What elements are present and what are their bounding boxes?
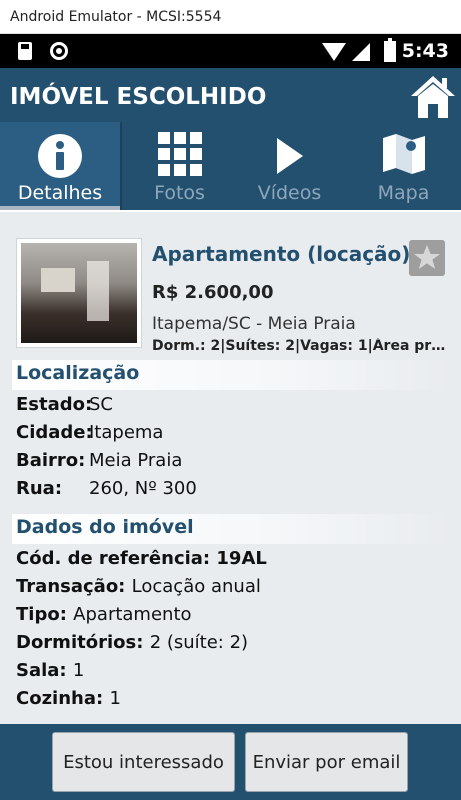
property-card[interactable]: Apartamento (locação) R$ 2.600,00 Itapem… [12, 226, 448, 356]
home-icon[interactable] [409, 74, 457, 120]
row-value: SC [89, 394, 113, 415]
tab-label: Vídeos [257, 182, 322, 204]
send-email-button[interactable]: Enviar por email [245, 732, 408, 792]
section-dados-imovel: Dados do imóvel [12, 514, 448, 544]
map-icon [382, 134, 425, 174]
row-value: 1 [72, 660, 85, 681]
sd-card-icon [18, 42, 32, 60]
record-icon [50, 42, 68, 60]
page-title: IMÓVEL ESCOLHIDO [10, 84, 267, 110]
row-label: Tipo: [16, 604, 74, 625]
data-row-tipo: Tipo: Apartamento [16, 604, 192, 625]
row-value: Meia Praia [89, 450, 183, 471]
tab-label: Fotos [154, 182, 205, 204]
bottom-action-bar: Estou interessado Enviar por email [0, 724, 461, 800]
data-row-cozinha: Cozinha: 1 [16, 688, 121, 709]
tab-label: Detalhes [17, 182, 103, 204]
tab-label: Mapa [377, 182, 430, 204]
row-label: Cidade: [16, 422, 93, 443]
row-value: 260, Nº 300 [89, 478, 197, 499]
row-label: Cód. de referência: [16, 548, 217, 569]
battery-icon [384, 38, 396, 62]
location-row-estado: Estado: SC [16, 394, 113, 415]
row-value: Locação anual [131, 576, 261, 597]
row-label: Cozinha: [16, 688, 110, 709]
row-value: 1 [109, 688, 121, 709]
row-label: Bairro: [16, 450, 86, 471]
row-label: Estado: [16, 394, 93, 415]
status-time: 5:43 [401, 40, 449, 62]
row-label: Rua: [16, 478, 63, 499]
tab-fotos[interactable]: Fotos [122, 122, 237, 210]
row-label: Dormitórios: [16, 632, 150, 653]
data-row-sala: Sala: 1 [16, 660, 84, 681]
tab-active-indicator [0, 206, 120, 210]
info-icon [38, 134, 82, 178]
property-specs: Dorm.: 2|Suítes: 2|Vagas: 1|Área privati… [152, 338, 448, 354]
row-value: 19AL [216, 548, 267, 569]
window-title: Android Emulator - MCSI:5554 [0, 0, 461, 34]
location-row-bairro: Bairro: Meia Praia [16, 450, 182, 471]
row-label: Transação: [16, 576, 132, 597]
property-thumbnail[interactable] [16, 238, 142, 348]
interested-button[interactable]: Estou interessado [52, 732, 235, 792]
property-title: Apartamento (locação) [152, 242, 411, 266]
favorite-star-icon[interactable] [409, 240, 445, 276]
property-location: Itapema/SC - Meia Praia [152, 314, 356, 334]
tab-bar: Detalhes Fotos Vídeos Mapa [0, 122, 461, 210]
wifi-icon [322, 43, 346, 61]
row-value: Apartamento [73, 604, 192, 625]
data-row-dormitorios: Dormitórios: 2 (suíte: 2) [16, 632, 248, 653]
location-row-rua: Rua: 260, Nº 300 [16, 478, 197, 499]
row-value: 2 (suíte: 2) [149, 632, 249, 653]
details-content[interactable]: Apartamento (locação) R$ 2.600,00 Itapem… [0, 212, 461, 724]
signal-icon [352, 43, 370, 61]
property-price: R$ 2.600,00 [152, 282, 274, 303]
location-row-cidade: Cidade: Itapema [16, 422, 163, 443]
row-value: Itapema [89, 422, 164, 443]
tab-detalhes[interactable]: Detalhes [0, 122, 120, 210]
data-row-referencia: Cód. de referência: 19AL [16, 548, 267, 569]
tab-videos[interactable]: Vídeos [232, 122, 347, 210]
section-heading: Dados do imóvel [16, 516, 194, 538]
tab-mapa[interactable]: Mapa [346, 122, 461, 210]
grid-icon [157, 132, 202, 176]
app-bar: IMÓVEL ESCOLHIDO [0, 68, 461, 122]
play-icon [276, 138, 303, 174]
section-localizacao: Localização [12, 360, 448, 390]
section-heading: Localização [16, 362, 140, 384]
status-bar: 5:43 [0, 34, 461, 68]
row-label: Sala: [16, 660, 73, 681]
data-row-transacao: Transação: Locação anual [16, 576, 261, 597]
property-photo [21, 243, 137, 343]
